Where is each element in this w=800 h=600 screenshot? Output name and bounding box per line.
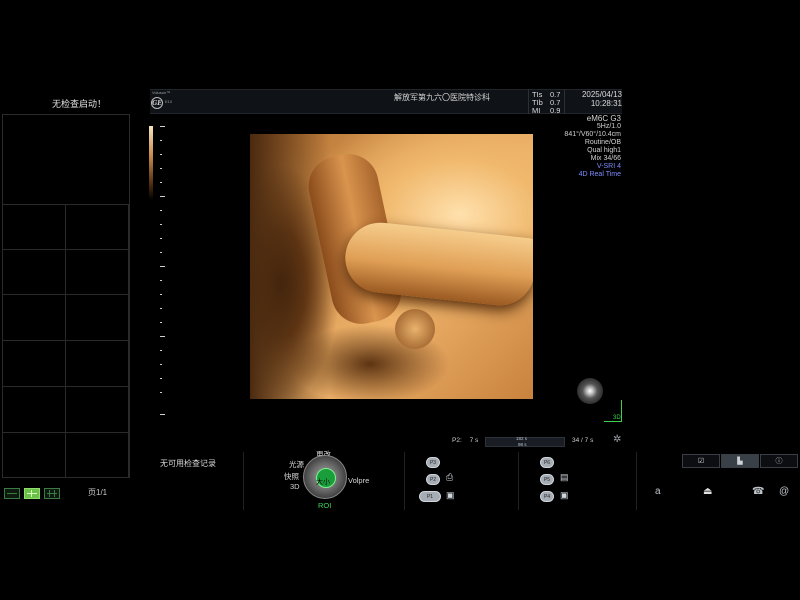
param-vsri: V-SRI 4 (596, 163, 621, 170)
no-records-label: 无可用检查记录 (160, 459, 216, 468)
bottom-divider (518, 452, 519, 510)
exam-date: 2025/04/13 (581, 90, 622, 99)
ge-logo: GE (151, 97, 163, 109)
thumbnail-cell[interactable] (3, 205, 66, 250)
thumbnail-cell[interactable] (66, 250, 129, 295)
thumbnail-cell[interactable] (3, 295, 66, 341)
thumbnail-cell[interactable] (66, 341, 129, 387)
thumbnail-preview (3, 115, 129, 205)
thumbnail-cell[interactable] (66, 295, 129, 341)
keyboard-icon[interactable]: a (655, 486, 661, 497)
param-mix: Mix 34/66 (590, 155, 621, 162)
no-exam-notice: 无检查启动！ (52, 99, 107, 109)
p5-button[interactable]: P5 (540, 474, 554, 485)
param-angle: 841°/V60°/10.4cm (564, 131, 621, 138)
cine-frame-count: 34 / 7 s (572, 437, 594, 444)
bottom-divider (243, 452, 244, 510)
document-icon: ▤ (560, 472, 569, 482)
orientation-sphere-icon[interactable] (577, 378, 603, 404)
p1-button[interactable]: P1 (419, 491, 441, 502)
knob-label-size: 大小 (316, 479, 330, 486)
voluson-logo: Voluson™ (152, 90, 171, 95)
knob-label-roi: ROI (318, 501, 332, 510)
mi-label: MI (532, 106, 541, 115)
thumbnail-cell[interactable] (3, 341, 66, 387)
grayscale-map-bar (149, 126, 153, 200)
network-icon[interactable]: ⏏ (703, 486, 712, 497)
thumbnail-cell[interactable] (3, 250, 66, 295)
exam-time: 10:28:31 (590, 99, 622, 108)
cine-p2-value: 7 s (469, 437, 479, 444)
page-indicator: 页1/1 (88, 488, 108, 497)
param-preset: Routine/OB (584, 139, 621, 146)
layout-2x1-button[interactable] (4, 488, 20, 499)
cine-p2-label: P2: (452, 437, 462, 444)
save-icon: ▣ (446, 490, 455, 500)
thumbnail-cell[interactable] (66, 433, 129, 477)
thumbnail-cell[interactable] (3, 433, 66, 477)
hospital-name: 解放军第九六〇医院特诊科 (394, 93, 490, 102)
thumbnail-area (2, 114, 130, 478)
email-icon[interactable]: @ (779, 486, 789, 497)
p3-button[interactable]: P3 (426, 457, 440, 468)
knob-label-3d: 3D (290, 482, 300, 491)
thumbnail-cell[interactable] (66, 205, 129, 250)
printer-icon: ⎙ (446, 472, 454, 482)
axis-indicator (621, 400, 622, 422)
cine-bar-top: 182 s (516, 436, 528, 441)
param-quality: Qual high1 (587, 147, 621, 154)
orientation-3d-label: 3D (613, 415, 621, 421)
probe-label: eM6C G3 (586, 114, 621, 123)
axis-indicator (604, 421, 622, 422)
imaging-parameters: eM6C G3 5Hz/1.0 841°/V60°/10.4cm Routine… (564, 115, 621, 179)
settings-gear-icon[interactable]: ✲ (613, 434, 621, 445)
bottom-divider (404, 452, 405, 510)
knob-label-volpre: Volpre (348, 476, 370, 485)
save-icon: ▣ (560, 490, 569, 500)
model-label: E10 (165, 99, 173, 104)
bottom-divider (636, 452, 637, 510)
p2-button[interactable]: P2 (426, 474, 440, 485)
layout-3x3-button[interactable] (44, 488, 60, 499)
thumbnail-cell[interactable] (66, 387, 129, 433)
tab-report[interactable]: ☑ (682, 454, 720, 468)
connection-icon[interactable]: ☎ (752, 486, 764, 497)
cine-bar-bottom: 98 s (518, 442, 527, 447)
header-divider (528, 89, 529, 114)
tab-info[interactable]: ⓘ (760, 454, 798, 468)
layout-selector (4, 488, 60, 499)
ultrasound-3d-render[interactable] (250, 134, 533, 399)
knob-label-snapshot: 快照 (284, 472, 299, 481)
tab-graph[interactable]: ▙ (721, 454, 759, 468)
mi-value: 0.9 (550, 106, 561, 115)
p6-button[interactable]: P6 (540, 457, 554, 468)
cine-p2: P2: 7 s (452, 437, 478, 444)
param-mode: 4D Real Time (578, 171, 621, 178)
depth-scale (160, 126, 166, 416)
thumbnail-cell[interactable] (3, 387, 66, 433)
header-divider (564, 89, 565, 114)
layout-2x2-button[interactable] (24, 488, 40, 499)
knob-label-light: 光源 (289, 460, 304, 469)
param-frequency: 5Hz/1.0 (596, 123, 621, 130)
p4-button[interactable]: P4 (540, 491, 554, 502)
